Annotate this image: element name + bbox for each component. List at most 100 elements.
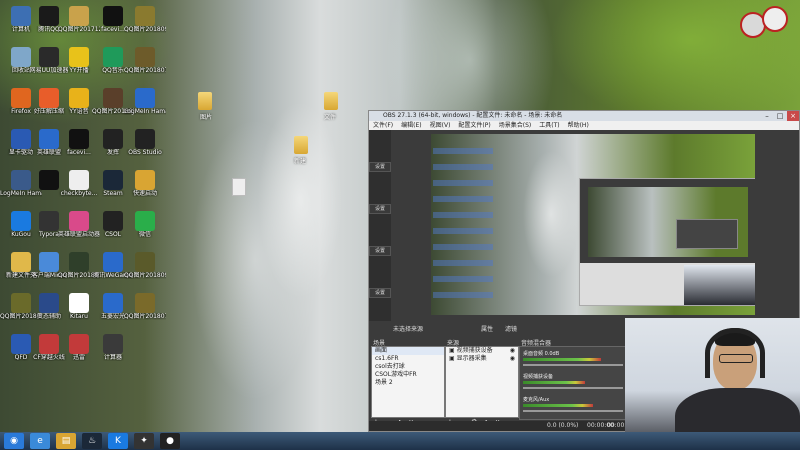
menu-item[interactable]: 编辑(E) bbox=[401, 122, 421, 129]
scene-item[interactable]: csol去打球 bbox=[372, 363, 444, 371]
image-file-icon bbox=[69, 6, 89, 26]
volume-slider[interactable] bbox=[523, 410, 623, 412]
menu-item[interactable]: 配置文件(P) bbox=[458, 122, 490, 129]
desktop-icon[interactable]: LogMeIn Hamachi bbox=[124, 88, 166, 115]
obs-preview-canvas[interactable] bbox=[431, 134, 755, 315]
typora-icon bbox=[39, 211, 59, 231]
explorer-icon[interactable]: ▤ bbox=[56, 433, 76, 449]
file-icon[interactable] bbox=[232, 178, 246, 196]
nested-webcam bbox=[684, 265, 755, 305]
cf-icon bbox=[39, 334, 59, 354]
nested-obs-preview bbox=[579, 178, 755, 306]
menu-item[interactable]: 工具(T) bbox=[539, 122, 559, 129]
video-file-icon bbox=[39, 170, 59, 190]
image-file-icon bbox=[103, 88, 123, 108]
steam-icon bbox=[103, 170, 123, 190]
video-file-icon bbox=[69, 129, 89, 149]
desktop-icon[interactable]: QQ图片20180725 bbox=[124, 47, 166, 74]
scene-item[interactable]: 画面 bbox=[372, 347, 444, 355]
desktop-icon[interactable]: QQ图片20180717 bbox=[124, 293, 166, 320]
scene-item[interactable]: CSOL游戏中FR bbox=[372, 371, 444, 379]
folder-icon[interactable] bbox=[198, 92, 212, 110]
uu-accelerator-icon bbox=[39, 47, 59, 67]
desktop-icon-label: 计算器 bbox=[103, 354, 122, 361]
obs-window-title: OBS 27.1.3 (64-bit, windows) - 配置文件: 未命名… bbox=[383, 112, 563, 119]
cs-icon[interactable]: ✦ bbox=[134, 433, 154, 449]
desktop-icon[interactable]: 微信 bbox=[124, 211, 166, 238]
qq-icon bbox=[39, 6, 59, 26]
source-item[interactable]: ▣ 视频捕获设备 ◉ bbox=[446, 347, 518, 355]
menu-item[interactable]: 视图(V) bbox=[430, 122, 451, 129]
video-file-icon bbox=[103, 6, 123, 26]
yy-icon bbox=[69, 47, 89, 67]
maximize-icon[interactable]: □ bbox=[774, 111, 786, 121]
cs-icon bbox=[103, 211, 123, 231]
folder-icon[interactable] bbox=[324, 92, 338, 110]
game-icon bbox=[39, 129, 59, 149]
eye-icon[interactable]: ◉ bbox=[510, 347, 515, 355]
lol-icon bbox=[69, 211, 89, 231]
desktop-icon-label: LogMeIn Hamachi bbox=[0, 190, 42, 197]
filters-button[interactable]: 滤镜 bbox=[505, 324, 517, 333]
volume-slider[interactable] bbox=[523, 387, 623, 389]
source-item[interactable]: ▣ 显示器采集 ◉ bbox=[446, 355, 518, 363]
left-tool-button[interactable]: 设置 bbox=[369, 288, 391, 298]
mixer-channel-label: 麦克风/Aux bbox=[523, 397, 550, 403]
source-type-icon: ▣ bbox=[449, 355, 457, 362]
left-tool-button[interactable]: 设置 bbox=[369, 204, 391, 214]
app-icon bbox=[103, 293, 123, 313]
volume-meter bbox=[523, 381, 585, 384]
image-file-icon bbox=[135, 6, 155, 26]
steam-icon[interactable]: ♨ bbox=[82, 433, 102, 449]
kugou-icon[interactable]: K bbox=[108, 433, 128, 449]
eye-icon[interactable]: ◉ bbox=[510, 355, 515, 363]
image-file-icon bbox=[69, 252, 89, 272]
obs-title-bar[interactable]: OBS 27.1.3 (64-bit, windows) - 配置文件: 未命名… bbox=[369, 111, 799, 121]
minimize-icon[interactable]: – bbox=[761, 111, 773, 121]
ie-icon[interactable]: e bbox=[30, 433, 50, 449]
menu-item[interactable]: 文件(F) bbox=[373, 122, 393, 129]
folder-icon[interactable] bbox=[294, 136, 308, 154]
headphones bbox=[705, 328, 765, 378]
folder-label: 新建 bbox=[294, 158, 307, 165]
obs-icon[interactable]: ● bbox=[160, 433, 180, 449]
glasses bbox=[719, 354, 753, 363]
obs-menu-bar: 文件(F) 编辑(E) 视图(V) 配置文件(P) 场景集合(S) 工具(T) 帮助(H) bbox=[369, 121, 799, 130]
preview-icons-column bbox=[433, 138, 493, 308]
menu-item[interactable]: 帮助(H) bbox=[568, 122, 589, 129]
desktop-icon-label: 微信 bbox=[138, 231, 151, 238]
start-orb-icon[interactable]: ◉ bbox=[4, 433, 24, 449]
source-type-icon: ▣ bbox=[449, 347, 457, 354]
folder-label: 文件 bbox=[324, 114, 337, 121]
menu-item[interactable]: 场景集合(S) bbox=[499, 122, 532, 129]
calculator-icon bbox=[103, 334, 123, 354]
mixer-channel-label: 桌面音频 0.0dB bbox=[523, 351, 560, 357]
shortcut-icon bbox=[135, 170, 155, 190]
volume-slider[interactable] bbox=[523, 364, 623, 366]
desktop-icon[interactable]: QQ图片20180901 bbox=[124, 252, 166, 279]
left-tool-button[interactable]: 设置 bbox=[369, 162, 391, 172]
hamachi-icon bbox=[135, 88, 155, 108]
recycle-badge-icon[interactable] bbox=[762, 6, 788, 32]
close-icon[interactable]: × bbox=[787, 111, 799, 121]
obs-left-toolbar: 设置 设置 设置 设置 bbox=[369, 130, 391, 325]
desktop-icon[interactable]: 计算器 bbox=[92, 334, 134, 361]
desktop-icon-label: LogMeIn Hamachi bbox=[124, 108, 166, 115]
image-file-icon bbox=[135, 293, 155, 313]
desktop-icon[interactable]: 快速启动 bbox=[124, 170, 166, 197]
app-icon bbox=[39, 252, 59, 272]
wegame-icon bbox=[103, 252, 123, 272]
desktop-icon[interactable]: QQ图片20180903 bbox=[124, 6, 166, 33]
file-icon bbox=[69, 170, 89, 190]
desktop-icon[interactable]: OBS Studio bbox=[124, 129, 166, 156]
taskbar: ◉ e ▤ ♨ K ✦ ● bbox=[0, 432, 800, 450]
properties-button[interactable]: 属性 bbox=[481, 324, 493, 333]
scenes-list[interactable]: 画面 cs1.6FR csol去打球 CSOL游戏中FR 场景 2 bbox=[371, 346, 445, 418]
obs-icon bbox=[135, 129, 155, 149]
sources-list[interactable]: ▣ 视频捕获设备 ◉ ▣ 显示器采集 ◉ bbox=[445, 346, 519, 418]
scene-item[interactable]: cs1.6FR bbox=[372, 355, 444, 363]
wechat-icon bbox=[135, 211, 155, 231]
source-label: 显示器采集 bbox=[456, 355, 487, 362]
left-tool-button[interactable]: 设置 bbox=[369, 246, 391, 256]
scene-item[interactable]: 场景 2 bbox=[372, 379, 444, 387]
